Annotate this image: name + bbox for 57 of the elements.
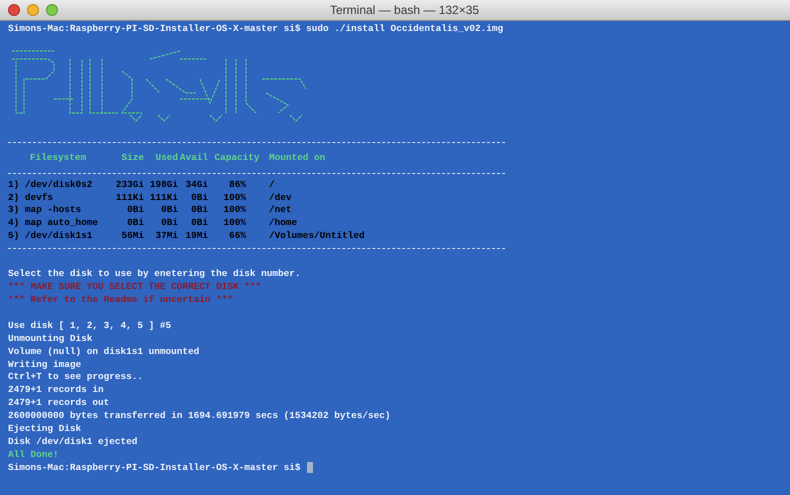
table-cell-text: 5) /dev/disk1s1 [8, 228, 94, 243]
table-cell-text: 56Mi [120, 228, 144, 243]
column-header: Mounted on [268, 151, 326, 166]
table-cell-text: 0Bi [126, 216, 144, 230]
warning-text: *** Refer to the Readme if uncertain *** [8, 293, 234, 308]
table-cell-text: 0Bi [160, 216, 178, 230]
table-cell-text: 1) /dev/disk0s2 [8, 178, 94, 192]
output-line: Writing image [8, 358, 82, 372]
output-line: Volume (null) on disk1s1 unmounted [8, 344, 200, 359]
output-line: 2479+1 records out [8, 396, 110, 410]
table-cell-text: 19Mi [184, 228, 208, 243]
table-cell-text: /home [268, 216, 298, 230]
column-header: Filesystem [28, 151, 88, 166]
zoom-icon[interactable] [46, 4, 58, 16]
table-cell-text: 0Bi [126, 203, 144, 218]
close-icon[interactable] [8, 4, 20, 16]
table-cell-text: 4) map auto_home [8, 216, 100, 230]
table-cell-text: 111Ki [148, 190, 178, 205]
table-cell-text: 100% [222, 190, 247, 205]
output-line: Disk /dev/disk1 ejected [8, 434, 138, 449]
column-header: Capacity [213, 151, 260, 166]
output-line: Use disk [ 1, 2, 3, 4, 5 ] #5 [8, 318, 172, 333]
table-cell-text: 0Bi [160, 203, 178, 218]
output-line: Unmounting Disk [8, 332, 92, 346]
table-cell-text: 3) map -hosts [8, 203, 82, 218]
shell-prompt: Simons-Mac:Raspberry-PI-SD-Installer-OS-X-master si$ [8, 460, 301, 475]
column-header: Avail [178, 151, 208, 166]
table-cell-text: /dev [268, 190, 292, 205]
output-line: Simons-Mac:Raspberry-PI-SD-Installer-OS-X-master si$ sudo ./install Occidentalis_v02.img [8, 22, 504, 36]
output-line: 2479+1 records in [8, 383, 104, 398]
text-cursor [306, 462, 313, 474]
table-cell-text: /Volumes/Untitled [268, 228, 365, 243]
output-line: Select the disk to use by enetering the disk number. [8, 267, 301, 282]
column-header: Size [120, 151, 144, 166]
table-cell-text: 0Bi [190, 216, 208, 230]
output-line: Ejecting Disk [8, 422, 82, 436]
output-line: Ctrl+T to see progress.. [8, 370, 144, 384]
table-cell-text: 34Gi [184, 178, 208, 192]
table-cell-text: / [268, 178, 275, 192]
table-cell-text: 37Mi [154, 228, 178, 243]
success-text: All Done! [8, 448, 59, 462]
table-cell-text: 198Gi [148, 178, 178, 192]
table-cell-text: /net [268, 203, 292, 218]
minimize-icon[interactable] [27, 4, 39, 16]
table-cell-text: 0Bi [190, 190, 208, 205]
table-cell-text: 233Gi [114, 178, 144, 192]
table-cell-text: 0Bi [190, 203, 208, 218]
warning-text: *** MAKE SURE YOU SELECT THE CORRECT DISK *** [8, 280, 262, 294]
output-line: 2600000000 bytes transferred in 1694.691979 secs (1534202 bytes/sec) [8, 409, 391, 424]
table-cell-text: 2) devfs [8, 190, 54, 205]
table-cell-text: 86% [228, 178, 247, 192]
table-cell-text: 100% [222, 216, 247, 230]
column-header: Used [154, 151, 178, 166]
table-cell-text: 100% [222, 203, 247, 218]
table-cell-text: 111Ki [114, 190, 144, 205]
window-title: Terminal — bash — 132×35 [330, 2, 480, 19]
table-cell-text: 66% [228, 228, 247, 243]
